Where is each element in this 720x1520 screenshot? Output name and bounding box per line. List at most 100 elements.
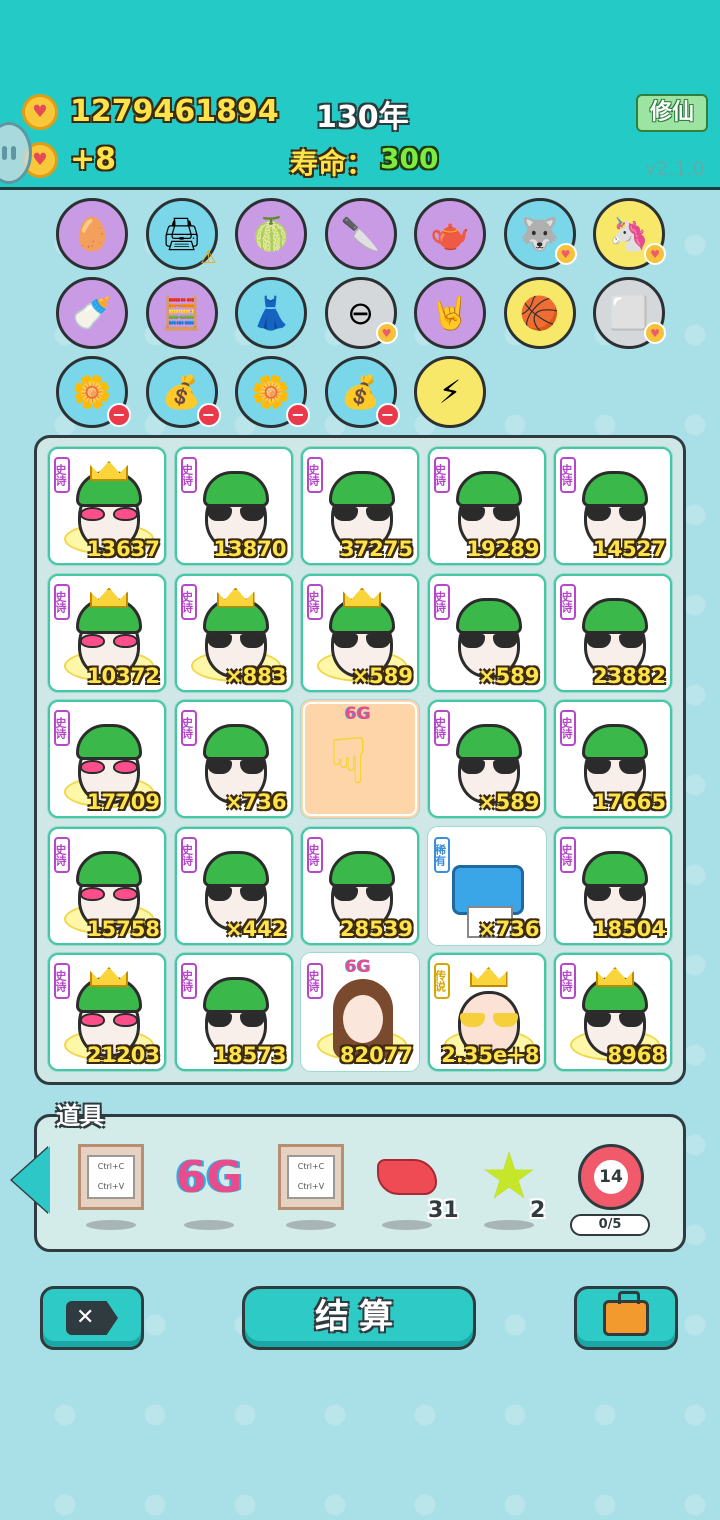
husky-icon-glyph: 🐺 xyxy=(519,215,560,253)
rarity-badge: 史诗 xyxy=(180,963,197,999)
gravy-boat-icon[interactable]: 🫖 xyxy=(414,198,486,270)
life-value: 300 xyxy=(380,142,439,175)
board-card[interactable]: 史诗 17665 xyxy=(554,700,672,818)
board-card[interactable]: 史诗 10372 xyxy=(48,573,166,692)
breast-pump-icon[interactable]: 🍼 xyxy=(56,277,128,349)
board-card[interactable]: 史诗 14527 xyxy=(554,447,672,565)
unicorn-icon[interactable]: 🦄 ♥ xyxy=(593,198,666,270)
rice-bag-icon[interactable]: 💰 − xyxy=(145,356,221,428)
minus-circle-icon[interactable]: ⊖ ♥ xyxy=(324,277,398,349)
item-shadow xyxy=(286,1220,336,1230)
item-shadow xyxy=(86,1220,136,1230)
copy-paste-icon: Ctrl+C Ctrl+V xyxy=(278,1144,344,1210)
board-card[interactable]: 史诗 23882 xyxy=(554,573,672,692)
board-card[interactable]: 史诗 37275 xyxy=(301,447,419,565)
heart-badge-icon: ♥ xyxy=(644,243,666,265)
6g-icon: 6G xyxy=(175,1151,243,1203)
rarity-badge: 史诗 xyxy=(307,963,323,999)
rarity-badge: 史诗 xyxy=(560,457,576,493)
board-card[interactable]: 传说 2.35e+8 xyxy=(427,953,546,1071)
board-card[interactable]: 史诗 15758 xyxy=(48,826,166,945)
card-value: 37275 xyxy=(339,537,413,561)
rice-bag-icon[interactable]: 💰 − xyxy=(324,356,400,428)
keyboard-shortcut-label: Ctrl+C Ctrl+V xyxy=(87,1155,135,1199)
crown-icon xyxy=(216,587,255,608)
basketballs-icon-glyph: 🏀 xyxy=(519,294,560,332)
sunglasses-icon xyxy=(206,760,265,774)
item-shadow xyxy=(184,1220,234,1230)
board-card[interactable]: 史诗 ×589 xyxy=(301,573,419,692)
xiuxian-button[interactable]: 修仙 xyxy=(636,94,708,132)
board-card[interactable]: 史诗 17709 xyxy=(48,700,166,818)
items-prev-arrow-icon[interactable] xyxy=(12,1146,50,1214)
board-card[interactable]: 史诗 18504 xyxy=(554,826,672,945)
income-rate: +8 xyxy=(70,142,117,177)
board-card[interactable]: ☟ 6G xyxy=(301,700,419,818)
math-head-icon[interactable]: 🧮 xyxy=(145,277,218,349)
board-card[interactable]: 史诗 13870 xyxy=(174,447,293,565)
board-card[interactable]: 史诗 19289 xyxy=(427,447,546,565)
basketballs-icon[interactable]: 🏀 xyxy=(503,277,576,349)
flower-pot-icon[interactable]: 🌼 − xyxy=(235,356,310,428)
sunglasses-icon xyxy=(206,886,265,901)
card-value: ×589 xyxy=(351,663,413,688)
green-hair xyxy=(76,850,142,887)
board-card[interactable]: 史诗 ×883 xyxy=(174,573,293,692)
copy-paste-item[interactable]: Ctrl+C Ctrl+V xyxy=(276,1142,346,1212)
backpack-button[interactable] xyxy=(574,1286,678,1350)
discard-button[interactable]: ✕ xyxy=(40,1286,144,1350)
card-value: 82077 xyxy=(339,1043,413,1067)
target-item[interactable]: 14 xyxy=(576,1142,646,1212)
heart-glasses-icon xyxy=(80,507,138,521)
printer-icon[interactable]: 🖨 ⚠ xyxy=(145,198,218,270)
board-card[interactable]: 史诗 ×736 xyxy=(174,700,293,818)
tofu-icon[interactable]: ⬜ ♥ xyxy=(593,277,666,349)
coin-icon: ♥ xyxy=(22,94,58,130)
card-value: 23882 xyxy=(592,663,666,688)
cleaver-icon[interactable]: 🔪 xyxy=(324,198,397,270)
item-shadow xyxy=(382,1220,432,1230)
6g-item[interactable]: 6G xyxy=(174,1142,244,1212)
board-card[interactable]: 史诗 13637 xyxy=(48,447,166,565)
board-card[interactable]: 史诗 6G 82077 xyxy=(301,953,419,1071)
heart-badge-icon: ♥ xyxy=(375,322,398,344)
green-hair xyxy=(582,724,648,760)
liver-icon xyxy=(377,1159,437,1195)
rarity-badge: 史诗 xyxy=(54,836,70,873)
egg-icon[interactable]: 🥚 xyxy=(56,198,128,270)
rock-hand-icon-glyph: 🤘 xyxy=(430,294,470,332)
rarity-badge: 史诗 xyxy=(433,583,450,620)
life-label: 寿命： xyxy=(290,147,375,180)
settle-button[interactable]: 结算 xyxy=(242,1286,476,1350)
minus-badge-icon: − xyxy=(286,403,310,427)
sunglasses-icon xyxy=(586,633,644,648)
copy-paste-item[interactable]: Ctrl+C Ctrl+V xyxy=(76,1142,146,1212)
board-card[interactable]: 史诗 ×589 xyxy=(427,700,546,818)
green-hair xyxy=(329,850,395,887)
printer-icon xyxy=(451,864,524,938)
rarity-badge: 稀有 xyxy=(433,836,450,873)
item-count: 31 xyxy=(428,1198,459,1223)
board-card[interactable]: 史诗 21203 xyxy=(48,953,166,1071)
card-value: 13637 xyxy=(86,537,160,561)
flower-pot-icon[interactable]: 🌼 − xyxy=(56,356,131,428)
skirt-icon[interactable]: 👗 xyxy=(235,277,307,349)
board-card[interactable]: 史诗 ×589 xyxy=(427,573,546,692)
board-card[interactable]: 史诗 18573 xyxy=(174,953,293,1071)
heart-glasses-icon xyxy=(80,633,138,648)
pomelo-icon[interactable]: 🍈 xyxy=(235,198,307,270)
rock-hand-icon[interactable]: 🤘 xyxy=(414,277,486,349)
board-card[interactable]: 史诗 8968 xyxy=(554,953,672,1071)
lightning-icon[interactable]: ⚡ xyxy=(414,356,486,428)
board-card[interactable]: 稀有 ×736 xyxy=(427,826,546,945)
sunglasses-icon xyxy=(459,760,518,774)
board-card[interactable]: 史诗 28539 xyxy=(301,826,419,945)
heart-badge-icon: ♥ xyxy=(554,243,577,265)
copy-paste-icon: Ctrl+C Ctrl+V xyxy=(78,1144,144,1210)
rarity-badge: 史诗 xyxy=(560,963,576,999)
board-card[interactable]: 史诗 ×442 xyxy=(174,826,293,945)
husky-icon[interactable]: 🐺 ♥ xyxy=(503,198,577,270)
side-menu-handle[interactable] xyxy=(0,122,32,184)
printer-icon-glyph: 🖨 xyxy=(161,215,202,253)
green-hair xyxy=(202,977,269,1013)
